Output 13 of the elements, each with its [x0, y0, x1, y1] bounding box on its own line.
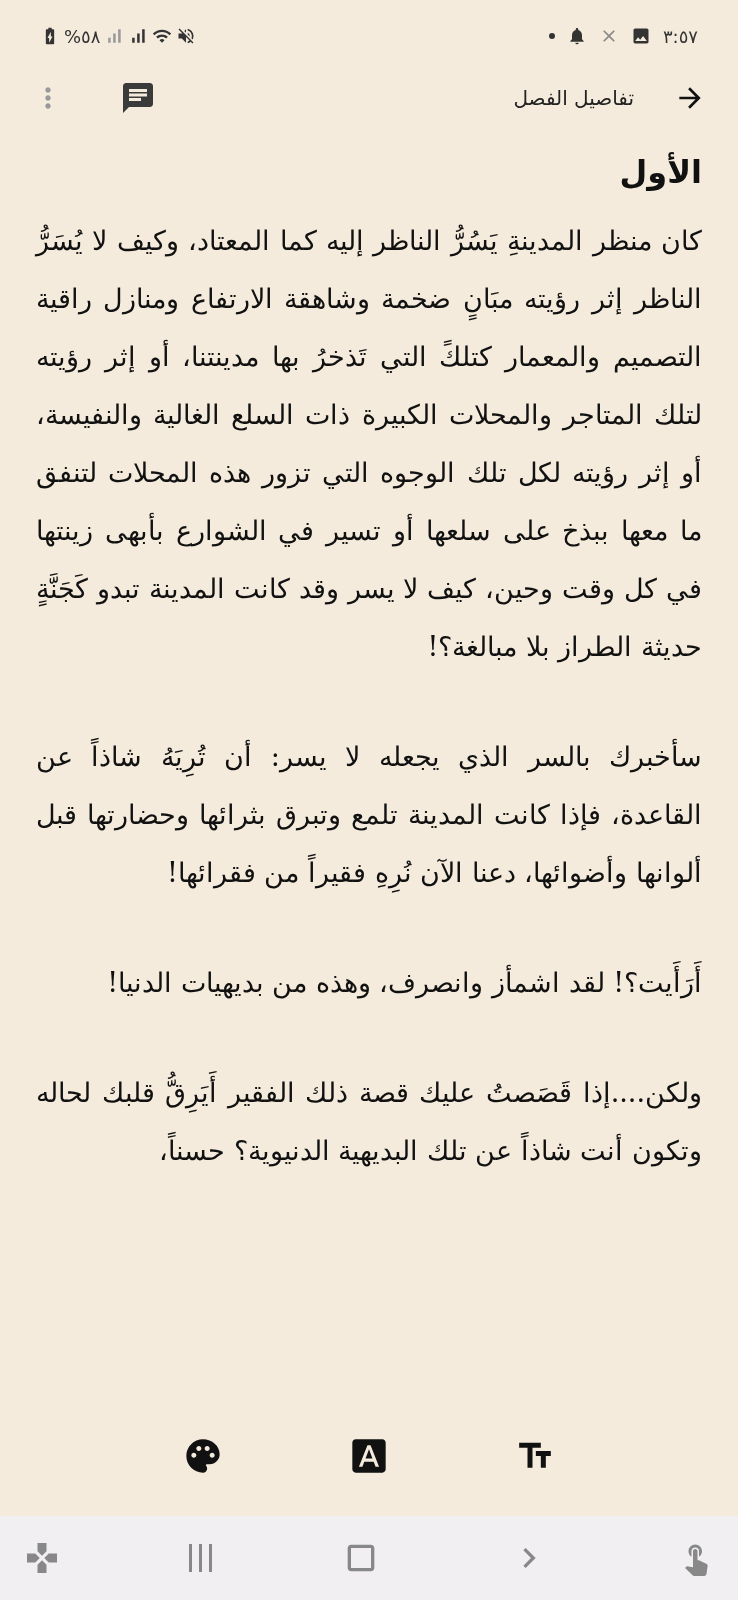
palette-icon[interactable]: [183, 1436, 223, 1476]
paragraph: ولكن....إذا قَصَصتُ عليك قصة ذلك الفقير أَيَرِقُّ قلبك لحاله وتكون أنت شاذاً عن تلك البديهية الدنيوية؟ حسناً،: [36, 1064, 702, 1180]
clock-text: ٣:٥٧: [662, 24, 698, 49]
recent-apps-icon[interactable]: [188, 1544, 212, 1572]
paragraph: سأخبرك بالسر الذي يجعله لا يسر: أن تُرِيَهُ شاذاً عن القاعدة، فإذا كانت المدينة تلمع وتبرق بثرائها وحضارتها قبل ألوانها وأضوائها، دعنا الآن نُرِهِ فقيراً من فقرائها!: [36, 728, 702, 902]
header-title: تفاصيل الفصل: [513, 85, 634, 112]
game-icon[interactable]: [24, 1540, 60, 1576]
chapter-heading: الأول: [618, 151, 702, 193]
battery-text: %٥٨: [64, 24, 101, 49]
font-icon[interactable]: [349, 1436, 389, 1476]
paragraph: أَرَأَيت؟! لقد اشمأز وانصرف، وهذه من بديهيات الدنيا!: [36, 954, 702, 1012]
comment-icon[interactable]: [120, 80, 156, 116]
paragraph: كان منظر المدينةِ يَسُرُّ الناظر إليه كما المعتاد، وكيف لا يُسَرُّ الناظر إثر رؤيته مبَانٍ ضخمة وشاهقة الارتفاع ومنازل راقية التصميم والمعمار كتلكً التي تَذخرُ بها مدينتنا، أو إثر رؤيته لتلك المتاجر والمحلات الكبيرة ذات السلع الغالية والنفيسة، أو إثر رؤيته لكل تلك الوجوه التي تزور هذه المحلات لتنفق ما معها ببذخ على سلعها أو تسير في الشوارع بأبهى زينتها في كل وقت وحين، كيف لا يسر وقد كانت المدينة تبدو كَجَنَّةٍ حديثة الطراز بلا مبالغة؟!: [36, 223, 702, 665]
